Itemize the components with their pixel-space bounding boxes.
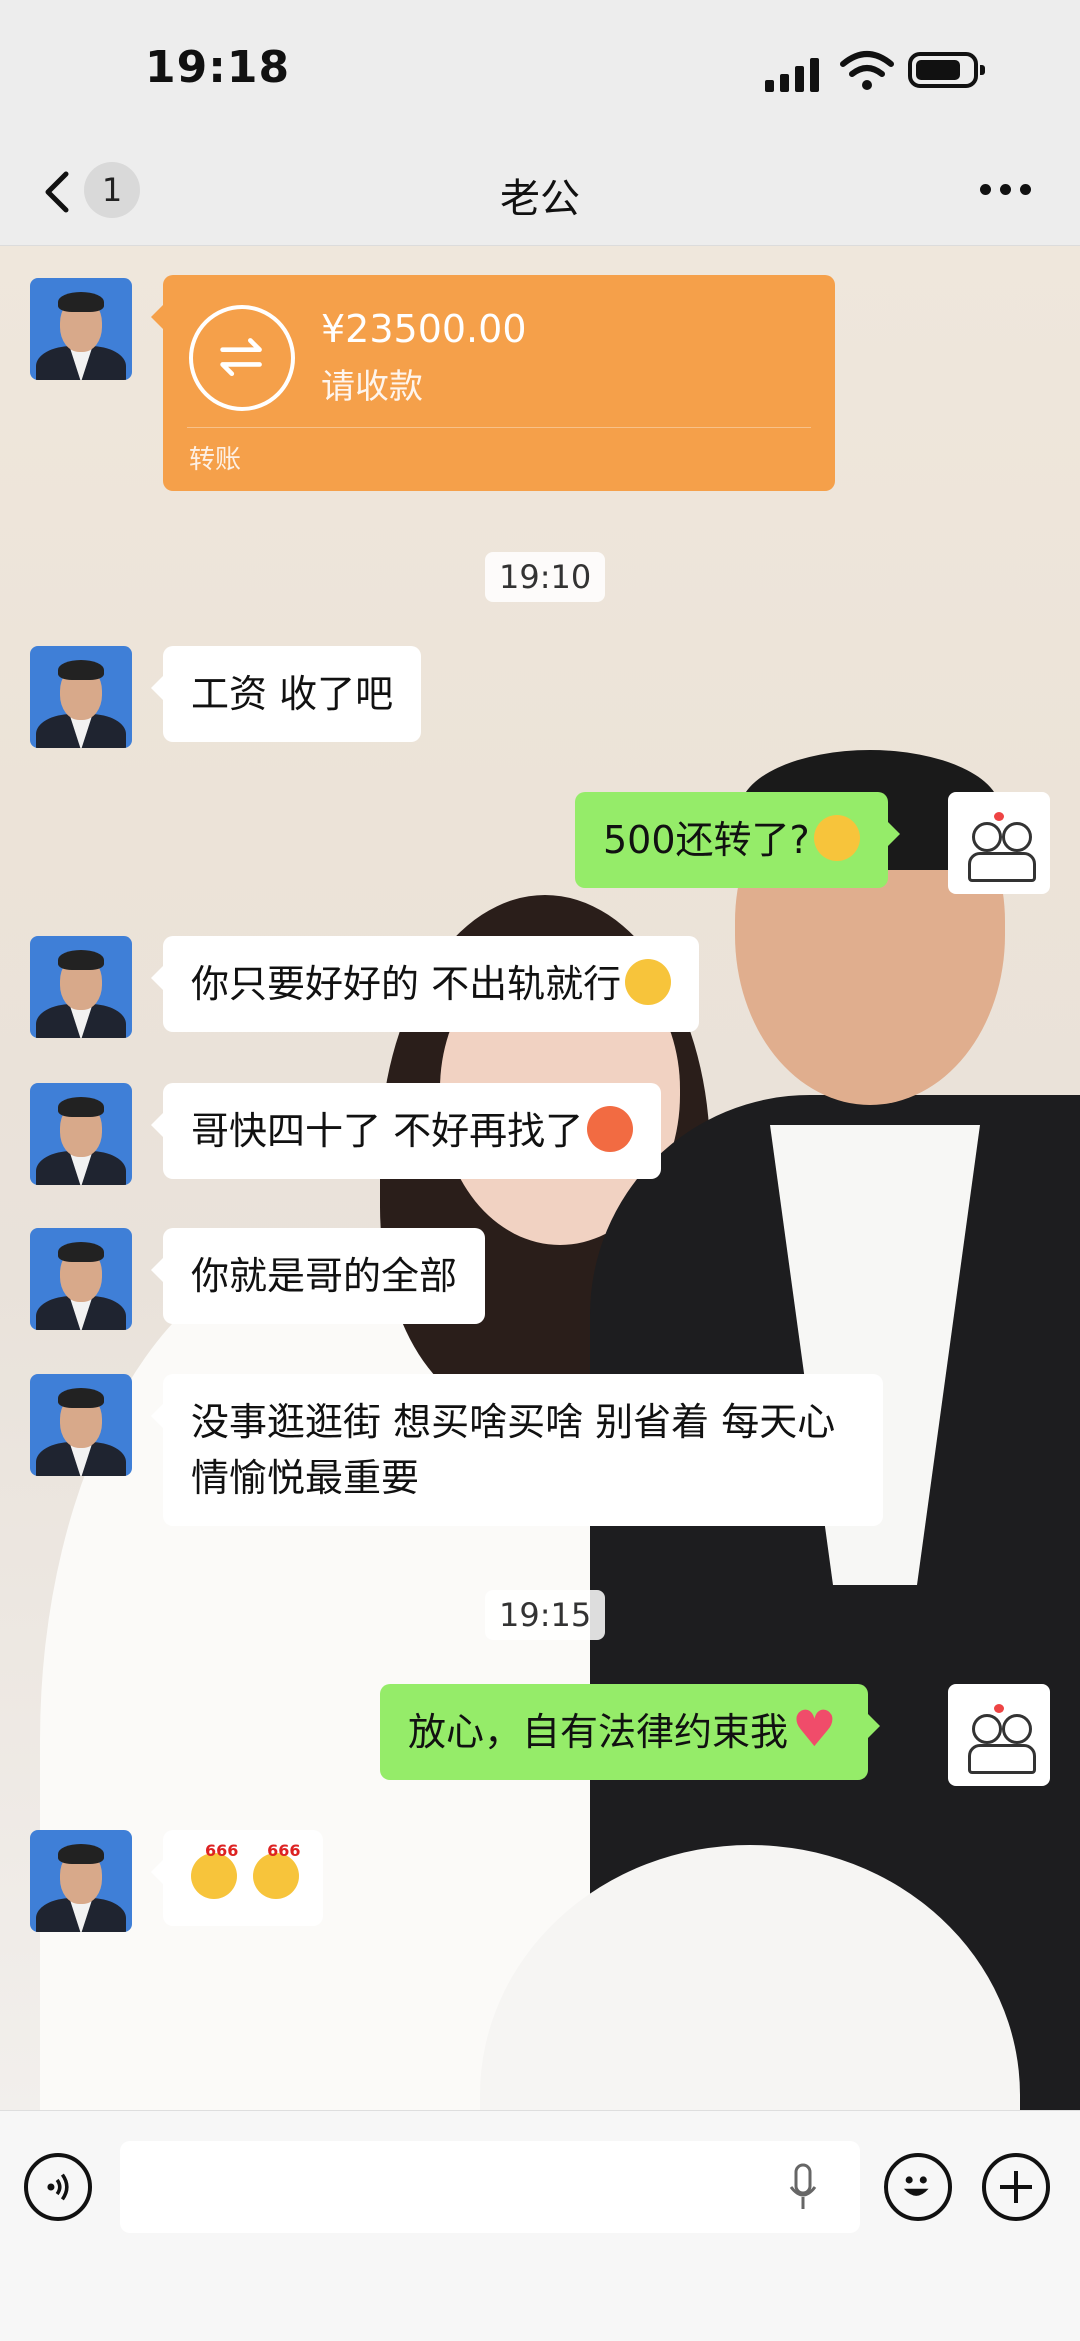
chat-input-bar [0,2110,1080,2341]
wifi-icon [840,51,894,90]
message-bubble-outgoing[interactable]: 放心，自有法律约束我 [380,1684,881,1780]
more-dots-icon[interactable] [980,184,1036,200]
message-bubble-incoming[interactable]: 666 666 [150,1830,324,1926]
contact-avatar[interactable] [30,1830,132,1932]
666-emoji-icon: 666 [191,1843,238,1899]
message-text: 500还转了? [603,818,810,862]
heart-emoji-icon [792,1701,840,1757]
666-emoji-icon: 666 [253,1843,301,1899]
message-bubble-incoming[interactable]: 你只要好好的 不出轨就行 [150,936,700,1032]
message-text: 工资 收了吧 [191,672,394,716]
my-avatar[interactable] [948,1684,1050,1786]
transfer-arrows-icon [189,305,295,411]
signal-icon [765,56,825,92]
contact-avatar[interactable] [30,936,132,1038]
emoji-label: 666 [205,1841,239,1860]
message-bubble-incoming[interactable]: 没事逛逛街 想买啥买啥 别省着 每天心情愉悦最重要 [151,1374,883,1526]
chat-header: 1 老公 [0,140,1080,246]
emoji-label: 666 [267,1841,301,1860]
contact-avatar[interactable] [30,1083,132,1185]
transfer-note: 请收款 [321,367,423,407]
battery-icon [908,52,985,88]
contact-avatar[interactable] [30,278,132,380]
status-time: 19:18 [145,42,291,93]
transfer-divider [187,427,811,428]
message-text: 你就是哥的全部 [191,1254,458,1298]
message-text: 你只要好好的 不出轨就行 [191,962,622,1006]
timestamp: 19:10 [485,552,606,602]
smirk-emoji-icon [625,959,672,1005]
transfer-amount: ¥23500.00 [321,307,527,351]
contact-avatar[interactable] [30,1228,132,1330]
plus-icon[interactable] [982,2153,1050,2221]
voice-icon[interactable] [24,2153,92,2221]
chat-background-photo [0,245,1080,2115]
status-bar: 19:18 [0,0,1080,140]
message-text: 没事逛逛街 想买啥买啥 别省着 每天心情愉悦最重要 [191,1400,836,1500]
transfer-card[interactable]: ¥23500.00 请收款 转账 [151,275,835,491]
message-bubble-outgoing[interactable]: 500还转了? [575,792,900,888]
contact-avatar[interactable] [30,1374,132,1476]
microphone-icon[interactable] [788,2163,818,2215]
message-text: 哥快四十了 不好再找了 [191,1109,584,1153]
contact-avatar[interactable] [30,646,132,748]
message-bubble-incoming[interactable]: 哥快四十了 不好再找了 [150,1083,662,1179]
hand-over-mouth-emoji-icon [813,815,860,861]
chat-title: 老公 [500,176,580,222]
emoji-icon[interactable] [884,2153,952,2221]
transfer-label: 转账 [189,445,242,475]
message-bubble-incoming[interactable]: 工资 收了吧 [150,646,422,742]
message-bubble-incoming[interactable]: 你就是哥的全部 [150,1228,486,1324]
message-text: 放心，自有法律约束我 [408,1710,789,1754]
my-avatar[interactable] [948,792,1050,894]
sweat-face-emoji-icon [587,1106,634,1152]
message-input[interactable] [120,2141,860,2233]
timestamp: 19:15 [485,1590,606,1640]
